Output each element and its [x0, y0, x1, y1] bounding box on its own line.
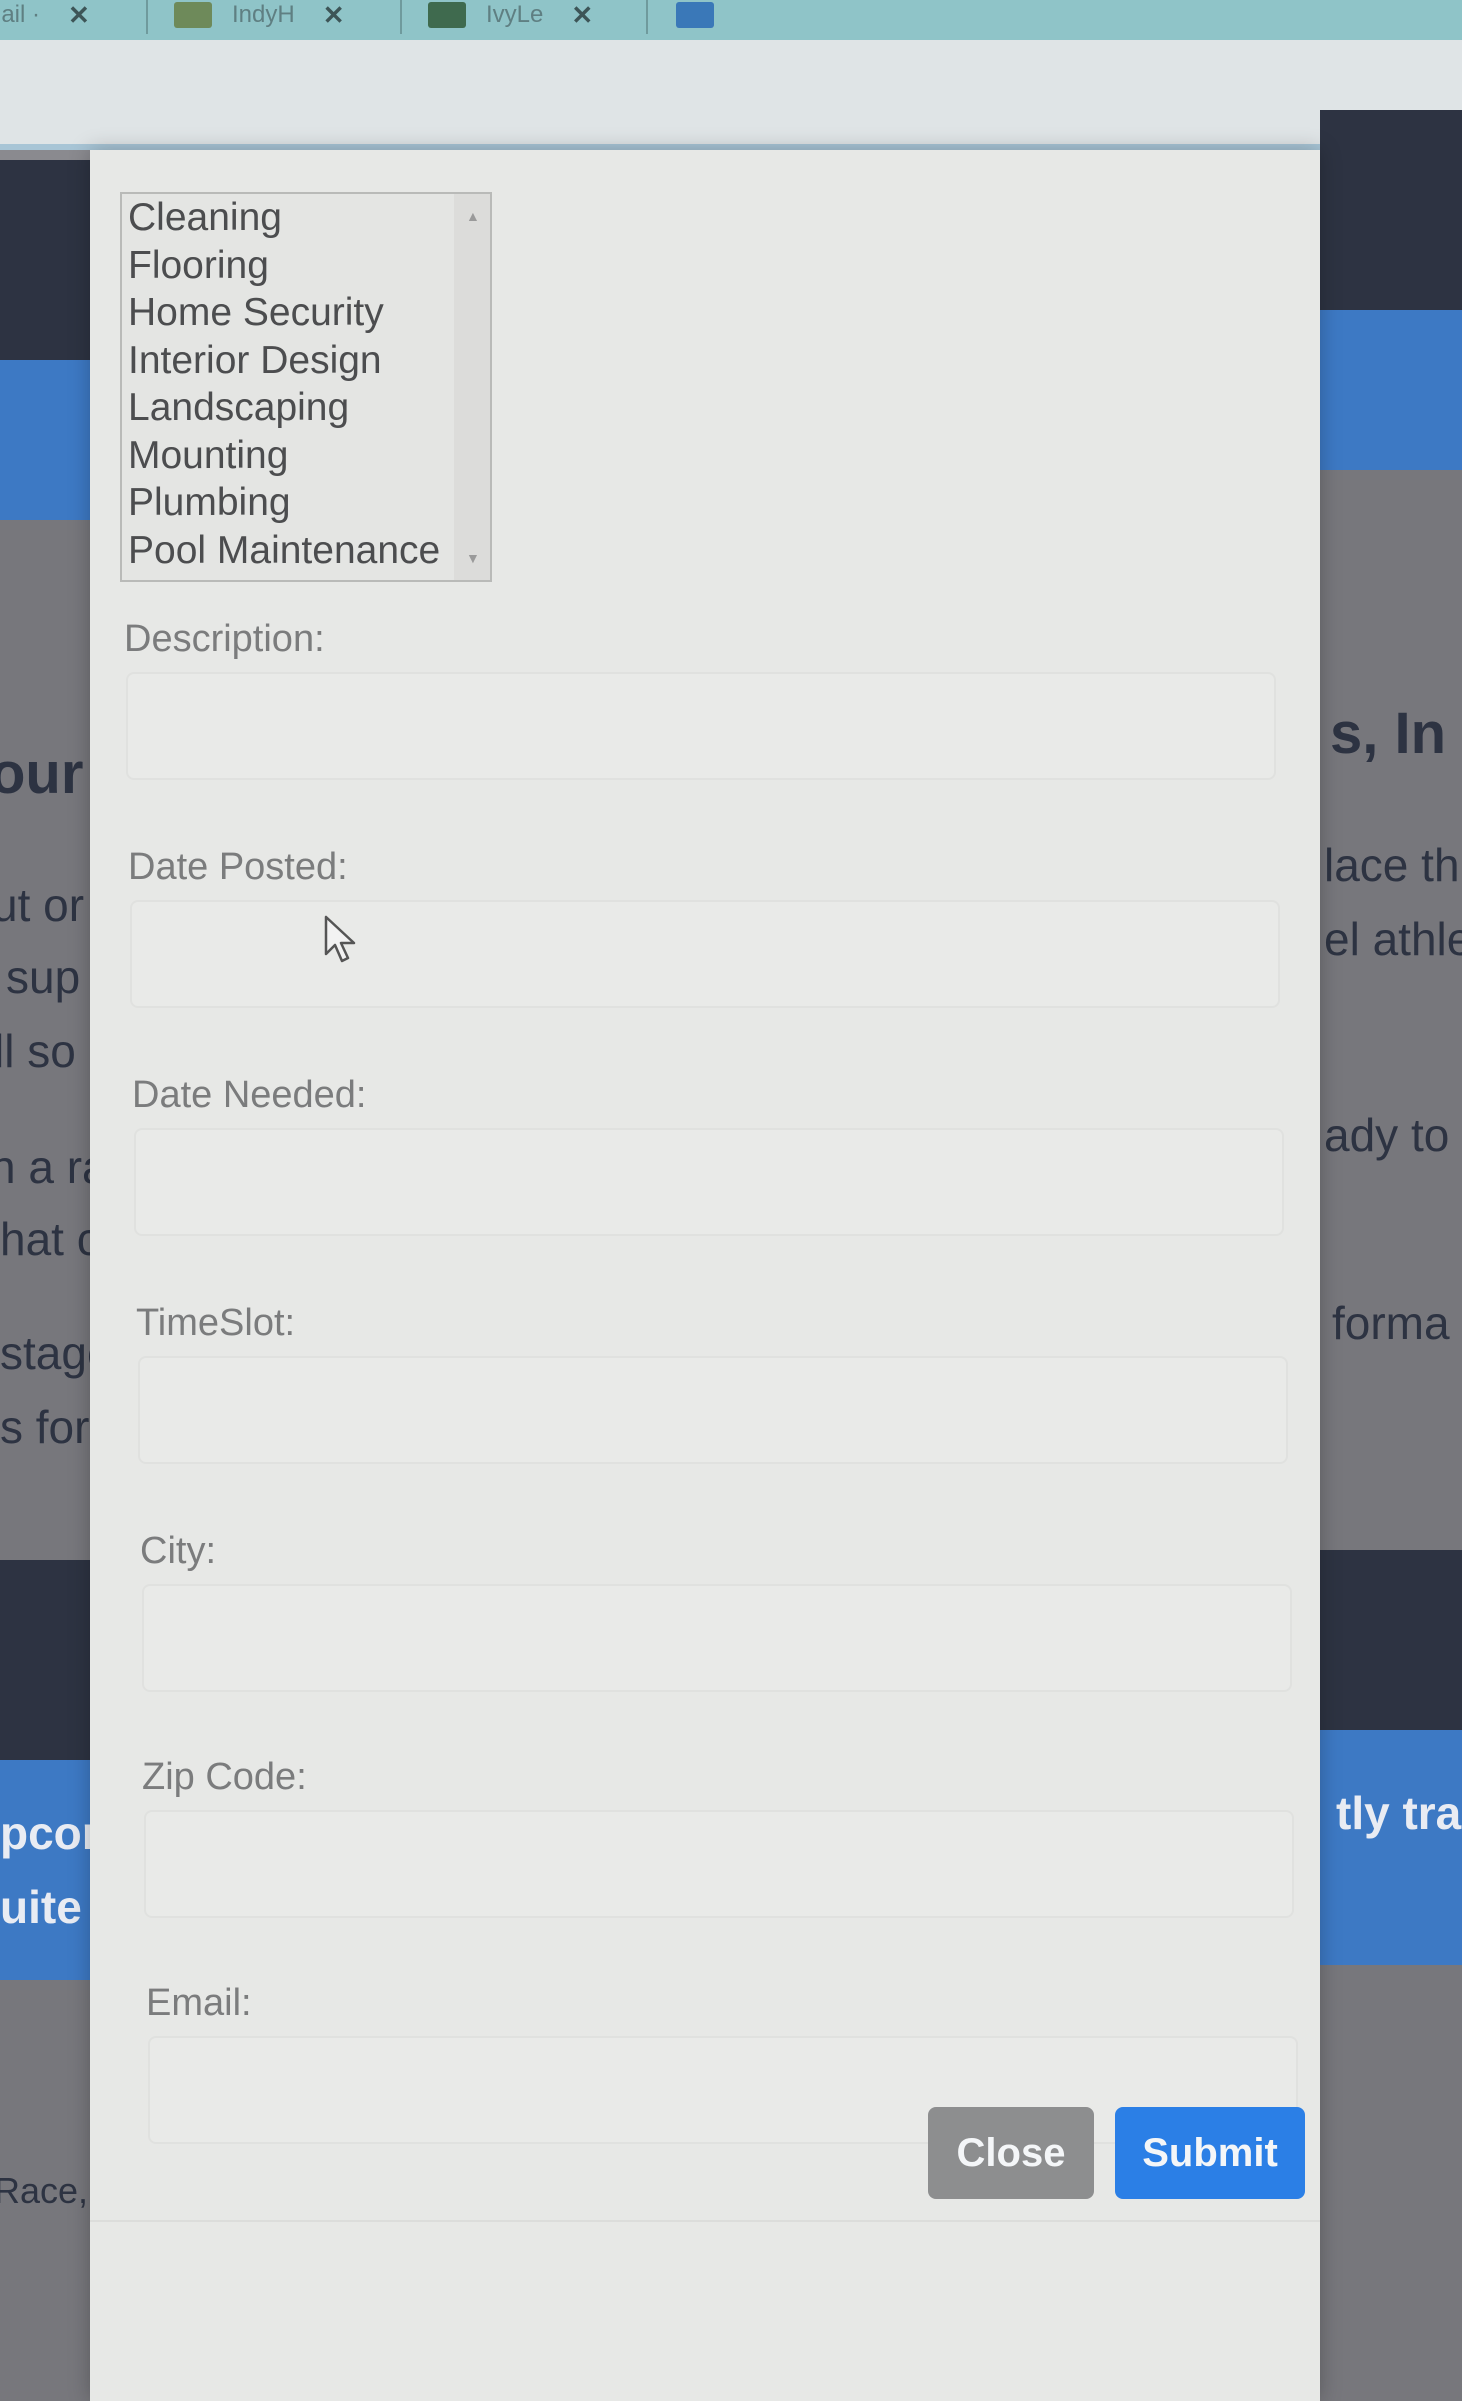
tab-divider [400, 0, 402, 34]
listbox-option[interactable]: Cleaning [122, 194, 490, 242]
background-page-right: s, In lace th el athle ady to forma tly … [1320, 0, 1462, 2401]
description-label: Description: [124, 618, 325, 660]
tab-label: IndyH [232, 1, 295, 28]
email-label: Email: [146, 1982, 252, 2024]
favicon-icon [174, 2, 212, 28]
text-fragment: uite [0, 1881, 82, 1933]
page-content [1320, 470, 1462, 1550]
text-fragment: s for [0, 1401, 90, 1453]
text-fragment: hat c [0, 1213, 90, 1265]
browser-tab[interactable]: IndyH ✕ [174, 0, 345, 30]
text-fragment: forma [1332, 1297, 1450, 1349]
category-listbox[interactable]: Cleaning Flooring Home Security Interior… [120, 192, 492, 582]
page-banner [0, 360, 90, 520]
city-label: City: [140, 1530, 216, 1572]
page-section-dark [0, 1560, 90, 1760]
heading-fragment: our [0, 741, 84, 806]
zip-code-input[interactable] [144, 1810, 1294, 1918]
text-fragment: sup [6, 951, 81, 1003]
listbox-option[interactable]: Pool Maintenance [122, 527, 490, 575]
listbox-scrollbar[interactable]: ▲ ▼ [454, 194, 490, 580]
scroll-up-icon[interactable]: ▲ [466, 208, 480, 224]
tab-label: IvyLe [486, 1, 544, 28]
page-section-blue [0, 1760, 90, 1980]
page-header [0, 160, 90, 360]
listbox-option[interactable]: Interior Design [122, 337, 490, 385]
browser-tab[interactable]: IvyLe ✕ [428, 0, 593, 30]
page-footer [1320, 1965, 1462, 2401]
browser-tab-bar: lail · ✕ IndyH ✕ IvyLe ✕ [0, 0, 1462, 40]
listbox-option[interactable]: Mounting [122, 432, 490, 480]
address-bar-area [0, 40, 1462, 150]
city-input[interactable] [142, 1584, 1292, 1692]
heading-fragment: s, In [1330, 701, 1447, 766]
listbox-option[interactable]: Plumbing [122, 479, 490, 527]
close-icon[interactable]: ✕ [323, 0, 345, 31]
text-fragment: lace th [1324, 839, 1460, 891]
tab-divider [146, 0, 148, 34]
text-fragment: tly tra [1336, 1787, 1462, 1839]
text-fragment: stage [0, 1327, 90, 1379]
submit-button[interactable]: Submit [1115, 2107, 1305, 2199]
date-needed-label: Date Needed: [132, 1074, 367, 1116]
listbox-option[interactable]: Home Security [122, 289, 490, 337]
listbox-option[interactable]: Flooring [122, 242, 490, 290]
zip-code-label: Zip Code: [142, 1756, 307, 1798]
description-input[interactable] [126, 672, 1276, 780]
text-fragment: ady to [1324, 1109, 1450, 1161]
scroll-down-icon[interactable]: ▼ [466, 550, 480, 566]
tab-divider [646, 0, 648, 34]
listbox-option[interactable]: Landscaping [122, 384, 490, 432]
close-button[interactable]: Close [928, 2107, 1094, 2199]
timeslot-input[interactable] [138, 1356, 1288, 1464]
background-page-left: our ut or sup ll so n a ra hat c stage s… [0, 0, 90, 2401]
favicon-icon [428, 2, 466, 28]
page-header [1320, 110, 1462, 310]
page-section-dark [1320, 1550, 1462, 1730]
text-fragment: Race, [0, 2170, 89, 2211]
job-request-modal: Cleaning Flooring Home Security Interior… [90, 150, 1320, 2401]
timeslot-label: TimeSlot: [136, 1302, 296, 1344]
page-section-blue [1320, 1730, 1462, 1965]
close-icon[interactable]: ✕ [571, 0, 593, 31]
text-fragment: n a ra [0, 1141, 90, 1193]
page-banner [1320, 310, 1462, 470]
modal-footer-divider [90, 2220, 1320, 2222]
favicon-icon [676, 2, 714, 28]
date-needed-input[interactable] [134, 1128, 1284, 1236]
text-fragment: ll so [0, 1025, 76, 1077]
mouse-pointer-icon [324, 915, 356, 963]
date-posted-input[interactable] [130, 900, 1280, 1008]
date-posted-label: Date Posted: [128, 846, 348, 888]
text-fragment: el athle [1324, 913, 1462, 965]
text-fragment: pcon [0, 1807, 90, 1859]
text-fragment: ut or [0, 879, 85, 931]
